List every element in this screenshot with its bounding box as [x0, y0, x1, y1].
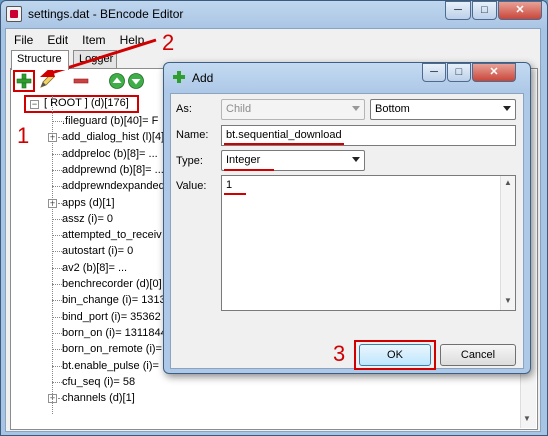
- tree-guide-line: [52, 96, 53, 414]
- position-select-value: Bottom: [375, 103, 410, 115]
- menu-file[interactable]: File: [14, 33, 33, 47]
- tree-item-label: .fileguard (b)[40]= F: [62, 115, 159, 127]
- as-select: Child: [221, 99, 365, 120]
- tree-item-label: benchrecorder (d)[0]: [62, 278, 162, 290]
- tree-item-label: autostart (i)= 0: [62, 245, 134, 258]
- dialog-close-button[interactable]: ✕: [472, 63, 516, 82]
- scroll-down-icon[interactable]: ▼: [504, 296, 512, 305]
- tree-item-label: cfu_seq (i)= 58: [62, 375, 136, 388]
- structure-tree: .fileguard (b)[40]= F + add_dialog_hist (l…: [14, 96, 184, 426]
- dialog-maximize-button[interactable]: □: [447, 63, 471, 82]
- scroll-up-icon[interactable]: ▲: [504, 178, 512, 187]
- add-icon[interactable]: [15, 72, 33, 90]
- tree-item-label: channels (d)[1]: [62, 392, 135, 405]
- chevron-down-icon: [352, 157, 360, 162]
- tree-item-label: addpreloc (b)[8]= ...: [62, 147, 158, 160]
- chevron-down-icon: [352, 106, 360, 111]
- name-input-value: bt.sequential_download: [226, 129, 342, 141]
- tree-item-label: bt.enable_pulse (i)=: [62, 359, 159, 372]
- type-select-value: Integer: [226, 154, 261, 166]
- tree-item-label: bind_port (i)= 35362: [62, 310, 161, 323]
- cancel-button[interactable]: Cancel: [440, 344, 516, 366]
- close-button[interactable]: ✕: [498, 1, 542, 20]
- annotation-number-3: 3: [333, 341, 346, 366]
- value-scrollbar[interactable]: ▲ ▼: [500, 176, 515, 310]
- tree-item-label: born_on (i)= 1311844: [62, 326, 167, 339]
- maximize-button[interactable]: □: [472, 1, 497, 20]
- value-label: Value:: [176, 180, 207, 192]
- tab-structure[interactable]: Structure: [11, 50, 69, 70]
- tree-item-label: av2 (b)[8]= ...: [62, 261, 128, 274]
- annotation-underline-type: [224, 169, 274, 171]
- tree-item-label: add_dialog_hist (l)[4]: [62, 131, 165, 144]
- annotation-underline-value: [224, 193, 246, 195]
- window-title: settings.dat - BEncode Editor: [28, 7, 184, 21]
- value-textarea-value: 1: [226, 179, 233, 191]
- tree-item-label: bin_change (i)= 1313: [62, 294, 166, 307]
- annotation-underline-name: [224, 143, 344, 145]
- app-icon: [6, 6, 22, 22]
- annotation-number-1: 1: [17, 123, 30, 148]
- as-select-value: Child: [226, 103, 252, 115]
- value-textarea[interactable]: 1: [221, 175, 516, 311]
- add-dialog: Add ─ □ ✕ As: Child Bottom Name: bt.sequ…: [163, 62, 531, 374]
- tree-item-label: born_on_remote (i)=: [62, 343, 162, 356]
- annotation-number-2: 2: [162, 30, 175, 55]
- type-label: Type:: [176, 155, 203, 167]
- type-select[interactable]: Integer: [221, 150, 365, 171]
- scroll-down-icon[interactable]: ▼: [523, 414, 531, 423]
- dialog-minimize-button[interactable]: ─: [422, 63, 446, 82]
- minimize-button[interactable]: ─: [445, 1, 471, 20]
- tree-item-label: addprewndexpanded: [62, 180, 165, 193]
- dialog-add-icon: [173, 71, 185, 83]
- as-label: As:: [176, 103, 192, 115]
- position-select[interactable]: Bottom: [370, 99, 516, 120]
- ok-button[interactable]: OK: [359, 344, 431, 366]
- dialog-title: Add: [192, 71, 214, 85]
- tree-item-label: attempted_to_receiv: [62, 229, 162, 242]
- chevron-down-icon: [503, 106, 511, 111]
- name-label: Name:: [176, 129, 209, 141]
- tree-item-label: addprewnd (b)[8]= ...: [62, 163, 164, 176]
- tree-item-label: apps (d)[1]: [62, 196, 115, 209]
- tree-item-label: assz (i)= 0: [62, 212, 114, 225]
